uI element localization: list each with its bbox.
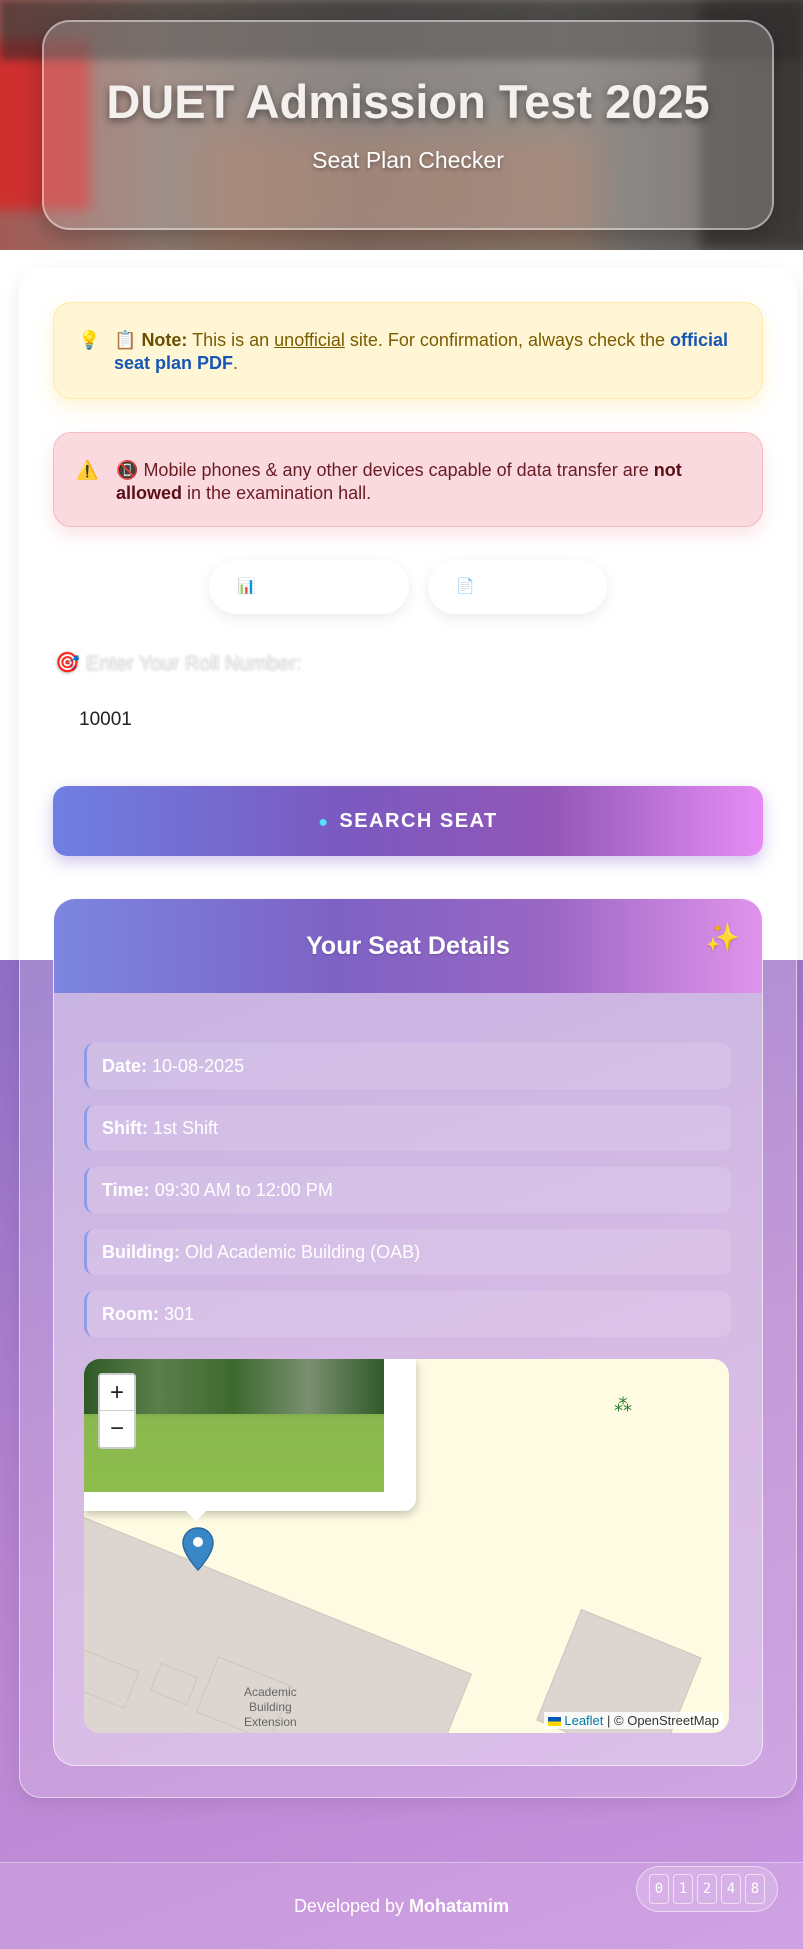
- location-map[interactable]: Academic Building Extension ⁂ + − Leafle…: [84, 1359, 729, 1733]
- target-icon: 🎯: [55, 652, 80, 674]
- zoom-out-button[interactable]: −: [100, 1411, 134, 1447]
- map-marker-icon[interactable]: [182, 1527, 214, 1571]
- map-attribution: Leaflet | © OpenStreetMap: [544, 1712, 723, 1729]
- detail-row-room: Room: 301: [84, 1291, 731, 1337]
- sparkle-icon: ✨: [705, 922, 740, 953]
- seat-details-header: Your Seat Details ✨: [54, 899, 762, 993]
- zoom-control: + −: [98, 1373, 136, 1449]
- note-label: Note:: [141, 330, 188, 350]
- detail-row-time: Time: 09:30 AM to 12:00 PM: [84, 1167, 731, 1213]
- no-phone-icon: 📵: [116, 460, 139, 480]
- roll-number-input[interactable]: [53, 690, 763, 750]
- search-icon: ●: [318, 814, 330, 831]
- seat-details-title: Your Seat Details: [306, 932, 510, 960]
- note-unofficial: unofficial: [274, 330, 345, 350]
- detail-row-date: Date: 10-08-2025: [84, 1043, 731, 1089]
- seat-details-card: Your Seat Details ✨ Date: 10-08-2025 Shi…: [53, 898, 763, 1766]
- hero-card: DUET Admission Test 2025 Seat Plan Check…: [42, 20, 774, 230]
- visitor-counter: 0 1 2 4 8: [636, 1866, 778, 1912]
- roll-label: 🎯 Enter Your Roll Number:: [55, 652, 302, 674]
- page-title: DUET Admission Test 2025: [106, 75, 710, 128]
- map-place-label: Academic Building Extension: [244, 1685, 297, 1729]
- search-seat-button[interactable]: ● SEARCH SEAT: [53, 786, 763, 856]
- hero-banner: DUET Admission Test 2025 Seat Plan Check…: [0, 0, 803, 250]
- tree-icon: ⁂: [614, 1395, 632, 1415]
- document-icon: 📄: [456, 578, 475, 595]
- warning-alert: ⚠️ 📵 Mobile phones & any other devices c…: [53, 432, 763, 527]
- author-name: Mohatamim: [409, 1896, 510, 1916]
- warning-text-after: in the examination hall.: [187, 483, 372, 503]
- warning-icon: ⚠️: [76, 460, 99, 480]
- note-text-middle: site. For confirmation, always check the: [349, 330, 666, 350]
- warning-text-before: Mobile phones & any other devices capabl…: [143, 460, 649, 480]
- stats-button[interactable]: 📊: [209, 560, 409, 614]
- detail-row-shift: Shift: 1st Shift: [84, 1105, 731, 1151]
- lightbulb-icon: 💡: [78, 330, 101, 350]
- detail-row-building: Building: Old Academic Building (OAB): [84, 1229, 731, 1275]
- note-text-before: This is an: [192, 330, 270, 350]
- page-subtitle: Seat Plan Checker: [312, 147, 504, 173]
- zoom-in-button[interactable]: +: [100, 1375, 134, 1411]
- clipboard-icon: 📋: [114, 330, 137, 350]
- chart-icon: 📊: [237, 578, 256, 595]
- note-alert: 💡 📋 Note: This is an unofficial site. Fo…: [53, 302, 763, 399]
- leaflet-link[interactable]: Leaflet: [564, 1713, 603, 1728]
- pdf-button[interactable]: 📄: [428, 560, 607, 614]
